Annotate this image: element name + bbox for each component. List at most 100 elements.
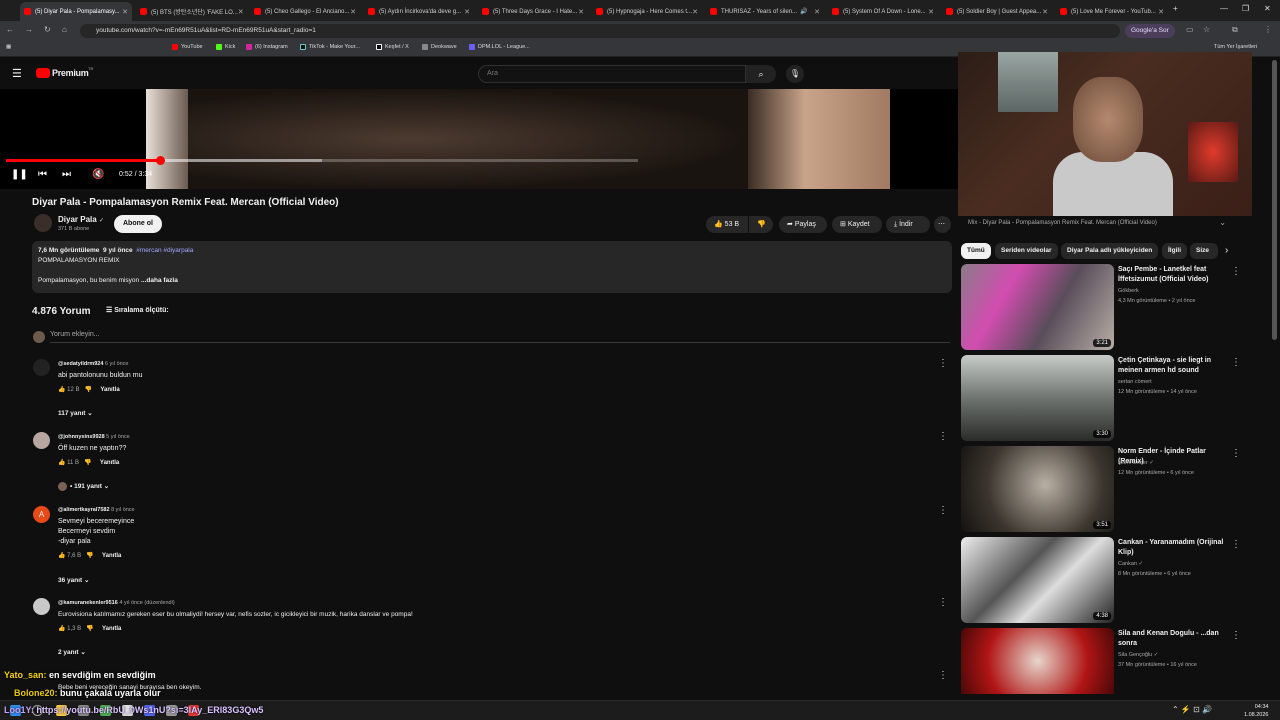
- comment-menu-icon[interactable]: ⋮: [938, 358, 948, 369]
- microphone-icon[interactable]: 🎙: [786, 65, 804, 83]
- all-bookmarks[interactable]: Tüm Yer İşaretleri: [1214, 44, 1257, 50]
- bookmark-x[interactable]: Keşfet / X: [376, 44, 409, 50]
- apps-icon[interactable]: ▦: [6, 44, 11, 50]
- mix-playlist-header[interactable]: Mix - Diyar Pala - Pompalamasyon Remix F…: [960, 216, 1242, 231]
- close-tab-icon[interactable]: ✕: [350, 8, 356, 16]
- thumbs-down-icon[interactable]: 👎: [84, 460, 91, 466]
- close-tab-icon[interactable]: ✕: [1158, 8, 1164, 16]
- subscribe-button[interactable]: Abone ol: [114, 215, 162, 233]
- video-title[interactable]: Sila and Kenan Dogulu - ...dan sonra: [1118, 629, 1230, 649]
- video-menu-icon[interactable]: ⋮: [1231, 357, 1241, 368]
- download-button[interactable]: ⤓ İndir: [886, 216, 930, 233]
- forward-icon[interactable]: →: [25, 25, 33, 34]
- commenter-avatar[interactable]: [33, 359, 50, 376]
- browser-tab[interactable]: (5) Love Me Forever - YouTub... ✕: [1056, 2, 1168, 21]
- browser-tab[interactable]: (5) Hypnogaja - Here Comes t... ✕: [592, 2, 702, 21]
- reply-button[interactable]: Yanıtla: [100, 387, 119, 393]
- browser-tab[interactable]: (5) Three Days Grace - I Hate... ✕: [478, 2, 588, 21]
- video-thumbnail[interactable]: 3:21: [961, 264, 1114, 350]
- extensions-icon[interactable]: ⧉: [1232, 25, 1238, 35]
- thumbs-down-icon[interactable]: 👎: [86, 626, 93, 632]
- bookmark-kick[interactable]: Kick: [216, 44, 235, 50]
- menu-icon[interactable]: ⋮: [1264, 25, 1272, 34]
- bookmark-tiktok[interactable]: TikTok - Make Your...: [300, 44, 360, 50]
- reply-button[interactable]: Yanıtla: [100, 460, 119, 466]
- thumbs-down-icon[interactable]: 👎: [85, 387, 92, 393]
- cast-icon[interactable]: ▭: [1186, 25, 1194, 34]
- view-replies-button[interactable]: 36 yanıt ⌄: [58, 576, 89, 584]
- home-icon[interactable]: ⌂: [62, 25, 67, 34]
- comment-author[interactable]: @johnnysins9928 5 yıl önce: [58, 434, 130, 440]
- next-icon[interactable]: ⏭: [62, 169, 71, 180]
- video-title[interactable]: Cankan - Yaranamadım (Orijinal Klip): [1118, 538, 1230, 558]
- bookmark-dpm[interactable]: DPM.LOL - League...: [469, 44, 530, 50]
- tray-icons[interactable]: ⌃ ⚡ ⊡ 🔊: [1172, 705, 1212, 714]
- browser-tab[interactable]: (5) BTS (방탄소년단) 'FAKE LO... ✕: [136, 2, 246, 21]
- star-icon[interactable]: ☆: [1203, 25, 1210, 34]
- video-channel[interactable]: Gökberk: [1118, 286, 1139, 296]
- video-thumbnail[interactable]: 3:30: [961, 355, 1114, 441]
- channel-avatar[interactable]: [34, 214, 52, 232]
- close-tab-icon[interactable]: ✕: [578, 8, 584, 16]
- share-button[interactable]: ➦ Paylaş: [779, 216, 827, 233]
- hamburger-menu-icon[interactable]: ☰: [12, 67, 22, 80]
- youtube-logo-icon[interactable]: [36, 68, 50, 78]
- thumbs-up-icon[interactable]: 👍: [58, 387, 65, 393]
- youtube-premium-logo[interactable]: Premium: [52, 68, 89, 78]
- video-menu-icon[interactable]: ⋮: [1231, 539, 1241, 550]
- close-tab-icon[interactable]: ✕: [238, 8, 244, 16]
- comment-menu-icon[interactable]: ⋮: [938, 431, 948, 442]
- close-tab-icon[interactable]: ✕: [1042, 8, 1048, 16]
- comment-author[interactable]: @kamuranekenler9516 4 yıl önce (düzenlen…: [58, 600, 175, 606]
- thumbs-up-icon[interactable]: 👍: [58, 626, 65, 632]
- sort-button[interactable]: ☰ Sıralama ölçütü:: [106, 306, 169, 314]
- commenter-avatar[interactable]: [33, 432, 50, 449]
- description-box[interactable]: 7,6 Mn görüntüleme 9 yıl önce #mercan #d…: [32, 241, 952, 293]
- dislike-button[interactable]: 👎: [749, 216, 773, 233]
- comment-menu-icon[interactable]: ⋮: [938, 597, 948, 608]
- video-thumbnail[interactable]: 4:38: [961, 537, 1114, 623]
- bookmark-deokwave[interactable]: Deokwave: [422, 44, 457, 50]
- minimize-icon[interactable]: —: [1220, 4, 1228, 13]
- thumbs-up-icon[interactable]: 👍: [58, 553, 65, 559]
- video-menu-icon[interactable]: ⋮: [1231, 266, 1241, 277]
- previous-icon[interactable]: ⏮: [38, 169, 47, 180]
- video-channel[interactable]: Norm Ender ✓: [1118, 458, 1154, 468]
- video-channel[interactable]: Cankan ✓: [1118, 559, 1143, 569]
- bookmark-youtube[interactable]: YouTube: [172, 44, 203, 50]
- close-window-icon[interactable]: ✕: [1264, 4, 1271, 13]
- more-actions-icon[interactable]: ⋯: [934, 216, 951, 233]
- browser-tab[interactable]: (5) Soldier Boy | Guest Appea... ✕: [942, 2, 1052, 21]
- mute-icon[interactable]: 🔇: [92, 169, 104, 180]
- chevron-down-icon[interactable]: ⌄: [1219, 218, 1226, 227]
- commenter-avatar[interactable]: A: [33, 506, 50, 523]
- reload-icon[interactable]: ↻: [44, 25, 51, 34]
- add-comment-input[interactable]: Yorum ekleyin...: [50, 331, 950, 343]
- channel-name[interactable]: Diyar Pala ✓: [58, 215, 104, 224]
- close-tab-icon[interactable]: ✕: [122, 8, 128, 16]
- commenter-avatar[interactable]: [33, 598, 50, 615]
- thumbs-down-icon[interactable]: 👎: [86, 553, 93, 559]
- view-replies-button[interactable]: • 191 yanıt ⌄: [70, 482, 109, 490]
- browser-tab[interactable]: (5) Aydın İncirkova'da deve g... ✕: [364, 2, 474, 21]
- chip-all[interactable]: Tümü: [961, 243, 991, 259]
- search-input[interactable]: Ara: [478, 65, 746, 83]
- chip-series[interactable]: Seriden videolar: [995, 243, 1058, 259]
- close-tab-icon[interactable]: ✕: [692, 8, 698, 16]
- maximize-icon[interactable]: ❐: [1242, 4, 1249, 13]
- new-tab-button[interactable]: +: [1173, 4, 1178, 13]
- save-button[interactable]: ⊞ Kaydet: [832, 216, 882, 233]
- chip-uploader[interactable]: Diyar Pala adlı yükleyiciden: [1061, 243, 1159, 259]
- google-ask-button[interactable]: Google'a Sor: [1125, 24, 1175, 38]
- close-tab-icon[interactable]: ✕: [814, 8, 820, 16]
- browser-tab[interactable]: THURISAZ - Years of silen... 🔊 ✕: [706, 2, 824, 21]
- pause-icon[interactable]: ❚❚: [11, 169, 28, 180]
- chip-for-you[interactable]: Size: [1190, 243, 1218, 259]
- url-input[interactable]: youtube.com/watch?v=-mEn69R51uA&list=RD-…: [80, 24, 1120, 38]
- browser-tab[interactable]: (5) Cheo Gallego - El Anciano... ✕: [250, 2, 360, 21]
- bookmark-instagram[interactable]: (6) Instagram: [246, 44, 288, 50]
- view-replies-button[interactable]: 2 yanıt ⌄: [58, 648, 86, 656]
- thumbs-up-icon[interactable]: 👍: [58, 460, 65, 466]
- chip-related[interactable]: İlgili: [1162, 243, 1187, 259]
- video-thumbnail[interactable]: [961, 628, 1114, 694]
